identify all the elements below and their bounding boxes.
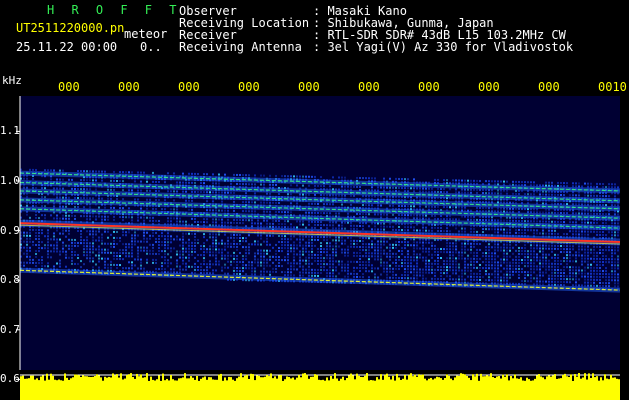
ytick-label: 0.6 (0, 372, 20, 386)
time-label: 0010 (598, 80, 627, 94)
time-label: 000 (58, 80, 80, 94)
time-label: 000 (298, 80, 320, 94)
ytick-label: 0.7 (0, 322, 20, 336)
ytick-label: 0.8 (0, 273, 20, 287)
spectrogram-chart (16, 96, 621, 400)
y-axis-unit: kHz (2, 74, 22, 87)
time-label: 000 (118, 80, 140, 94)
time-label: 000 (418, 80, 440, 94)
time-label: 000 (358, 80, 380, 94)
time-label: 000 (538, 80, 560, 94)
time-label: 000 (238, 80, 260, 94)
level-bar (20, 383, 620, 400)
ytick-label: 0.9 (0, 223, 20, 237)
time-label: 000 (178, 80, 200, 94)
time-label: 000 (478, 80, 500, 94)
ytick-label: 1.0 (0, 174, 20, 187)
ytick-label: 1.1 (0, 124, 20, 138)
